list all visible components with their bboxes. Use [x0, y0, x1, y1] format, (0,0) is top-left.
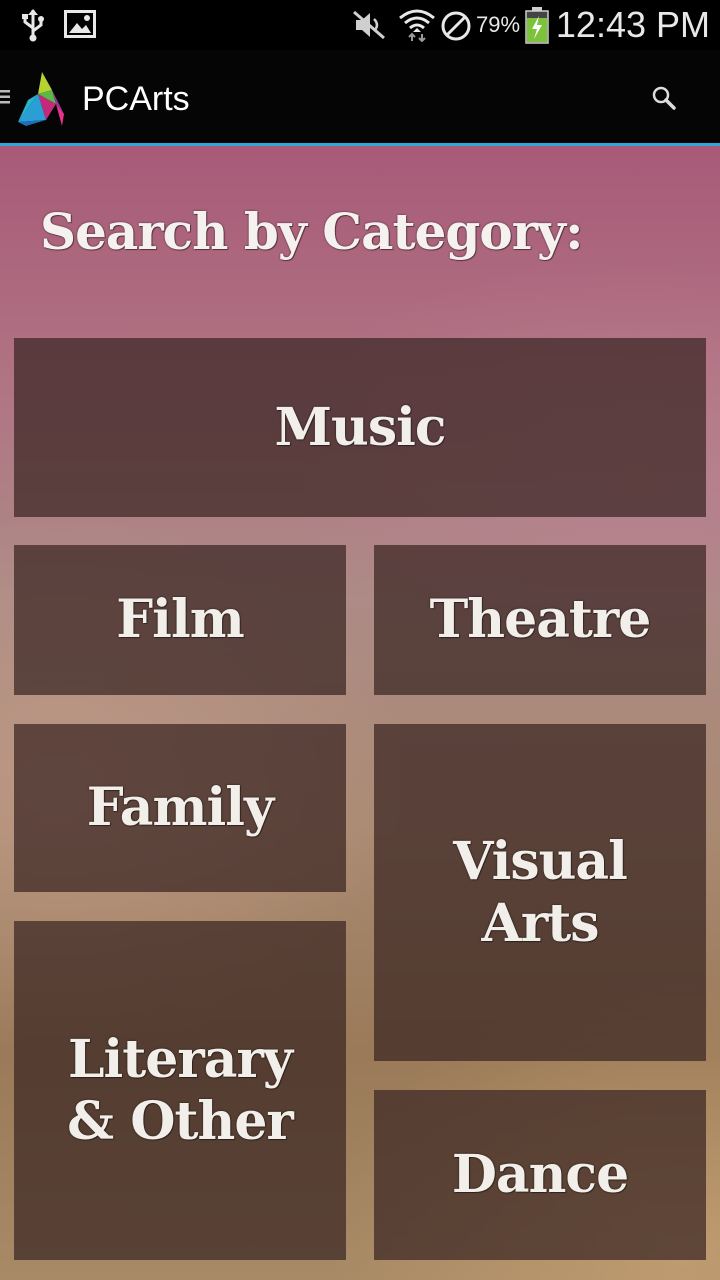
category-family-tile[interactable]: Family — [14, 724, 346, 892]
wifi-icon — [399, 9, 435, 42]
app-logo[interactable] — [16, 70, 66, 128]
category-visual-arts-label: Visual Arts — [453, 830, 628, 954]
no-signal-icon — [441, 11, 471, 41]
app-title: PCArts — [82, 80, 190, 118]
category-literary-other-label: Literary & Other — [67, 1028, 294, 1152]
category-music-label: Music — [274, 396, 446, 458]
search-icon[interactable] — [650, 84, 680, 114]
category-dance-tile[interactable]: Dance — [374, 1090, 706, 1260]
battery-percent: 79% — [476, 12, 521, 37]
category-music-tile[interactable]: Music — [14, 338, 706, 517]
page-heading: Search by Category: — [40, 202, 584, 261]
category-visual-arts-tile[interactable]: Visual Arts — [374, 724, 706, 1061]
usb-icon — [22, 9, 44, 42]
battery-charging-icon — [525, 7, 549, 44]
mute-icon — [353, 10, 385, 40]
category-dance-label: Dance — [451, 1144, 629, 1205]
category-theatre-label: Theatre — [429, 589, 652, 650]
status-bar: 79% 12:43 PM — [0, 0, 720, 50]
category-literary-other-tile[interactable]: Literary & Other — [14, 921, 346, 1260]
action-bar: PCArts — [0, 50, 720, 146]
category-theatre-tile[interactable]: Theatre — [374, 545, 706, 695]
drawer-menu-icon[interactable] — [0, 90, 10, 104]
image-icon — [64, 10, 96, 38]
category-screen: Search by Category: Music Film Theatre F… — [0, 146, 720, 1280]
category-film-tile[interactable]: Film — [14, 545, 346, 695]
clock: 12:43 PM — [555, 4, 710, 45]
category-film-label: Film — [116, 589, 244, 650]
category-family-label: Family — [86, 777, 275, 838]
